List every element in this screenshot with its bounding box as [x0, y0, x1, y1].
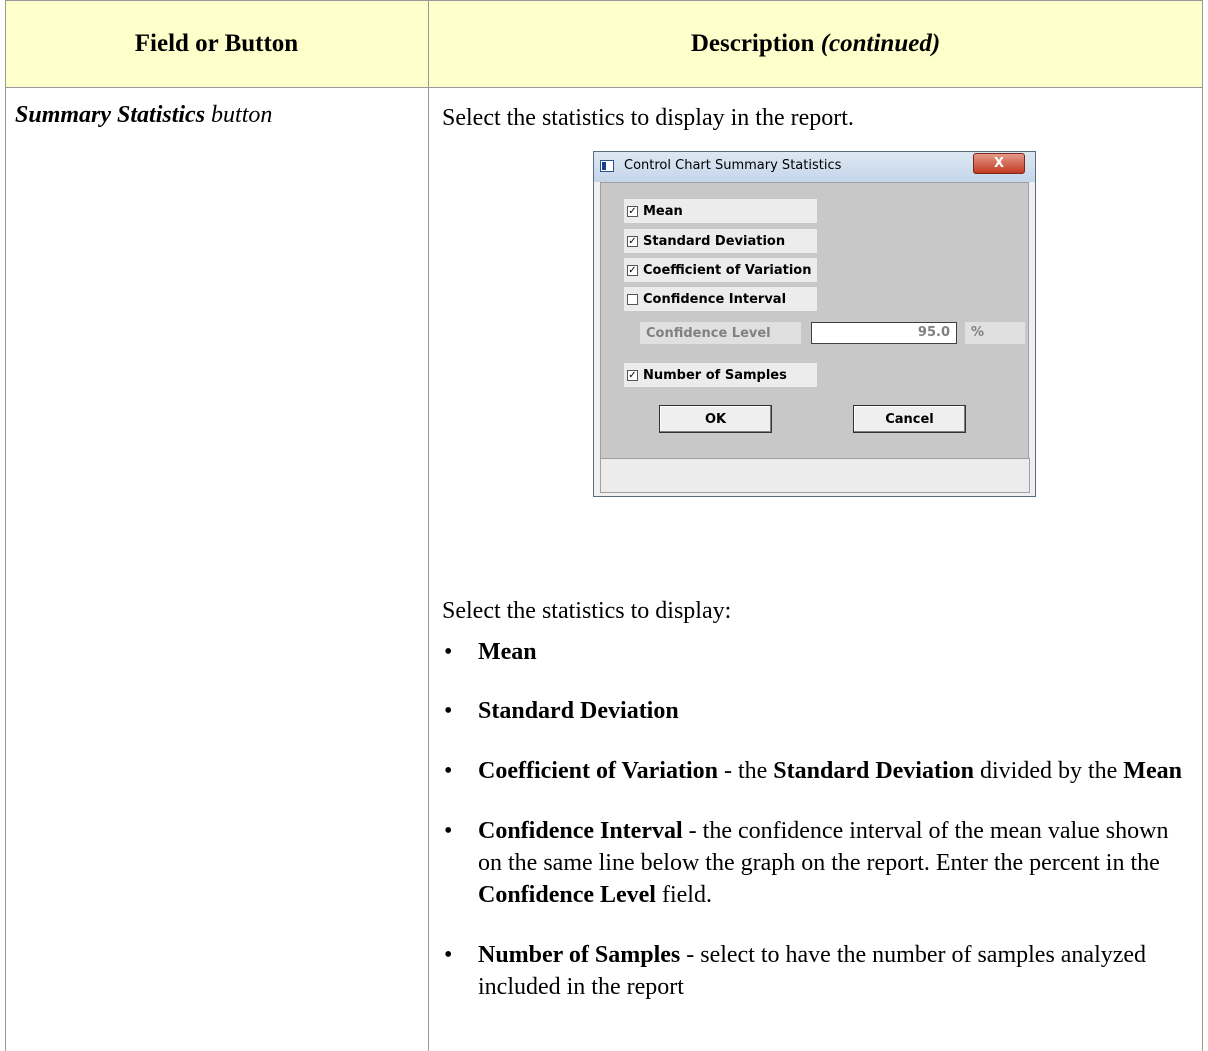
- header-description: Description (continued): [428, 1, 1203, 87]
- dialog-title-bar: Control Chart Summary Statistics X: [594, 152, 1035, 182]
- coefficient-of-variation-checkbox[interactable]: ✓ Coefficient of Variation: [624, 258, 817, 282]
- field-name-cell: Summary Statistics button: [15, 102, 272, 129]
- table-column-divider: [428, 0, 429, 1051]
- mean-checkbox[interactable]: ✓ Mean: [624, 199, 817, 223]
- description-intro: Select the statistics to display in the …: [442, 105, 854, 131]
- description-intro-2: Select the statistics to display:: [442, 598, 732, 624]
- confidence-interval-checkbox[interactable]: Confidence Interval: [624, 287, 817, 311]
- confidence-interval-label: Confidence Interval: [643, 291, 787, 307]
- bullet-term: Coefficient of Variation: [478, 758, 718, 784]
- standard-deviation-label: Standard Deviation: [643, 233, 786, 249]
- field-name-bold: Summary Statistics: [15, 102, 206, 128]
- bullet-icon: •: [444, 698, 453, 724]
- bullet-icon: •: [444, 942, 453, 968]
- confidence-interval-check-box[interactable]: [627, 293, 638, 305]
- header-left-text: Field or Button: [134, 30, 299, 57]
- bullet-icon: •: [444, 639, 453, 665]
- app-icon: [600, 160, 614, 172]
- bullet-term: Mean: [1123, 758, 1182, 784]
- list-item: • Coefficient of Variation - the Standard…: [442, 755, 1182, 787]
- field-name-rest: button: [211, 102, 273, 128]
- cancel-button[interactable]: Cancel: [853, 405, 966, 433]
- dialog-status-bar: [600, 458, 1030, 493]
- header-right-text: Description: [690, 30, 815, 57]
- table-border-right: [1202, 0, 1203, 1051]
- ok-button[interactable]: OK: [659, 405, 772, 433]
- number-of-samples-check-box[interactable]: ✓: [627, 369, 638, 381]
- bullet-term: Standard Deviation: [773, 758, 974, 784]
- number-of-samples-label: Number of Samples: [643, 367, 787, 383]
- header-field-or-button: Field or Button: [5, 1, 428, 87]
- list-item: • Number of Samples - select to have the …: [442, 939, 1182, 1003]
- mean-label: Mean: [643, 203, 683, 219]
- bullet-term: Standard Deviation: [478, 698, 679, 724]
- dialog-body: ✓ Mean ✓ Standard Deviation ✓ Coefficien…: [600, 182, 1029, 492]
- standard-deviation-check-box[interactable]: ✓: [627, 235, 638, 247]
- mean-check-box[interactable]: ✓: [627, 205, 638, 217]
- dialog-title: Control Chart Summary Statistics: [624, 158, 842, 173]
- list-item: • Confidence Interval - the confidence in…: [442, 815, 1182, 911]
- close-icon: X: [993, 156, 1005, 171]
- close-button[interactable]: X: [973, 153, 1025, 174]
- summary-statistics-dialog: Control Chart Summary Statistics X ✓ Mea…: [593, 151, 1036, 497]
- standard-deviation-checkbox[interactable]: ✓ Standard Deviation: [624, 229, 817, 253]
- number-of-samples-checkbox[interactable]: ✓ Number of Samples: [624, 363, 817, 387]
- bullet-icon: •: [444, 818, 453, 844]
- coefficient-of-variation-check-box[interactable]: ✓: [627, 264, 638, 276]
- statistics-list: • Mean • Standard Deviation • Coefficient o…: [442, 636, 1182, 1031]
- header-right-continued: (continued): [820, 30, 941, 57]
- bullet-term: Confidence Interval: [478, 818, 683, 844]
- bullet-text: divided by the: [973, 758, 1124, 784]
- coefficient-of-variation-label: Coefficient of Variation: [643, 262, 812, 278]
- list-item: • Standard Deviation: [442, 695, 1182, 727]
- confidence-level-unit: %: [965, 322, 1025, 344]
- bullet-term: Number of Samples: [478, 942, 681, 968]
- bullet-term: Mean: [478, 639, 537, 665]
- bullet-text: field.: [655, 882, 712, 908]
- bullet-icon: •: [444, 758, 453, 784]
- bullet-term: Confidence Level: [478, 882, 656, 908]
- confidence-level-label: Confidence Level: [640, 322, 801, 344]
- bullet-text: - the: [717, 758, 774, 784]
- table-header: Field or Button Description (continued): [5, 0, 1203, 88]
- list-item: • Mean: [442, 636, 1182, 668]
- confidence-level-input[interactable]: 95.0: [811, 322, 957, 344]
- table-border-left: [5, 0, 6, 1051]
